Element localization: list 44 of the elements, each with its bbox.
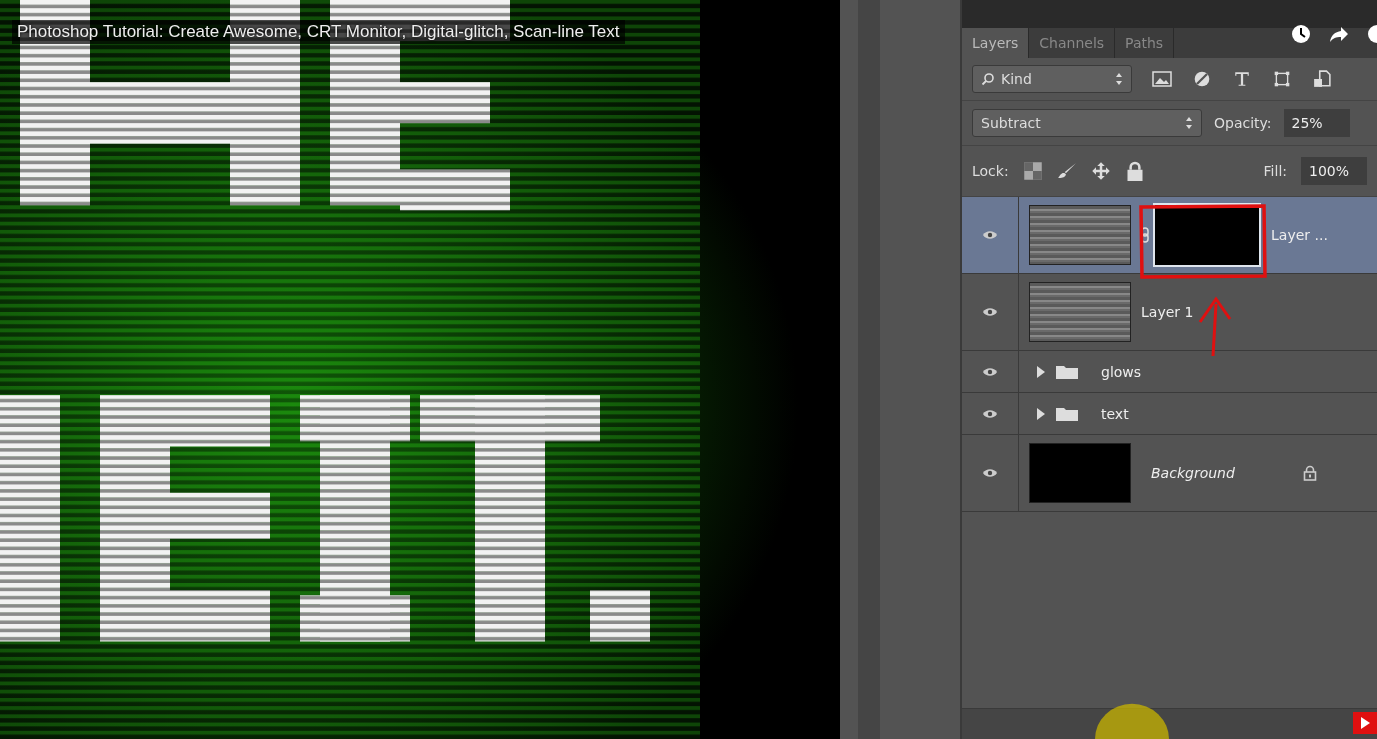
smart-object-filter-icon[interactable] <box>1312 70 1332 88</box>
search-icon <box>981 72 995 86</box>
lock-move-icon[interactable] <box>1090 161 1111 181</box>
cursor-highlight-icon <box>1092 702 1172 739</box>
eye-icon[interactable] <box>982 230 998 240</box>
layer-row[interactable]: text <box>962 393 1377 435</box>
share-icon[interactable] <box>1329 24 1349 44</box>
blend-mode-dropdown[interactable]: Subtract <box>972 109 1202 137</box>
filter-dropdown[interactable]: Kind <box>972 65 1132 93</box>
layer-name: Layer ... <box>1271 227 1328 243</box>
panel-tab[interactable]: Layers <box>962 28 1030 58</box>
folder-icon <box>1055 363 1079 380</box>
type-filter-icon[interactable] <box>1232 70 1252 88</box>
layer-row[interactable]: Layer ... <box>962 197 1377 274</box>
adjustment-filter-icon[interactable] <box>1192 70 1212 88</box>
shape-filter-icon[interactable] <box>1272 70 1292 88</box>
layer-name: Layer 1 <box>1141 304 1194 320</box>
lock-label: Lock: <box>972 163 1009 179</box>
eye-icon[interactable] <box>982 307 998 317</box>
disclosure-triangle-icon[interactable] <box>1037 407 1045 420</box>
layer-row[interactable]: Layer 1 <box>962 274 1377 351</box>
layer-name: Background <box>1151 465 1235 481</box>
opacity-field[interactable]: 25% <box>1283 109 1350 137</box>
video-logo-icon <box>1353 712 1377 734</box>
lock-transparency-icon[interactable] <box>1022 161 1043 181</box>
eye-icon[interactable] <box>982 366 998 377</box>
dropdown-arrows-icon <box>1115 72 1123 86</box>
eye-icon[interactable] <box>982 408 998 419</box>
video-title: Photoshop Tutorial: Create Awesome, CRT Monitor, Digital-glitch, Scan-line Text <box>12 20 625 44</box>
dropdown-arrows-icon <box>1185 116 1193 130</box>
disclosure-triangle-icon[interactable] <box>1037 365 1045 378</box>
link-icon <box>1141 227 1149 243</box>
layer-row[interactable]: Background <box>962 435 1377 512</box>
opacity-label: Opacity: <box>1214 115 1272 131</box>
layer-row[interactable]: glows <box>962 351 1377 393</box>
fill-field[interactable]: 100% <box>1301 157 1367 185</box>
lock-brush-icon[interactable] <box>1056 161 1077 181</box>
layer-name: text <box>1101 405 1129 422</box>
folder-icon <box>1055 405 1079 422</box>
fill-label: Fill: <box>1263 163 1287 179</box>
image-filter-icon[interactable] <box>1152 70 1172 88</box>
clock-icon[interactable] <box>1291 24 1311 44</box>
layer-name: glows <box>1101 363 1142 380</box>
eye-icon[interactable] <box>982 468 998 478</box>
